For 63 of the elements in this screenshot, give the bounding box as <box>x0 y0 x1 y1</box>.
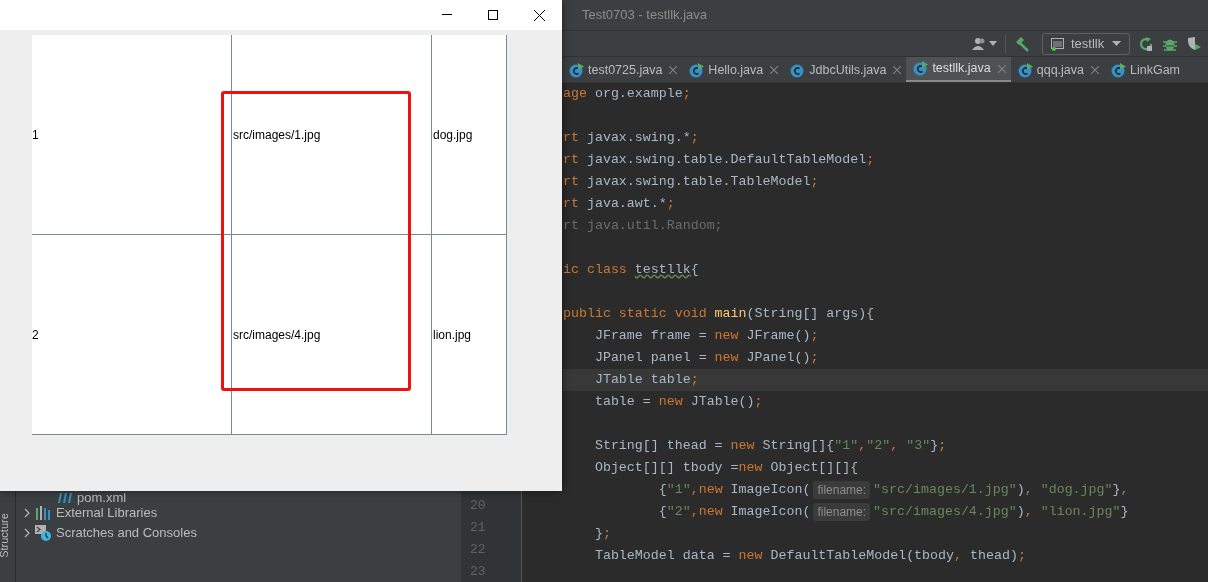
caret-icon <box>1112 41 1121 46</box>
code-text: rt java.awt.*; <box>563 195 675 214</box>
code-text: rt javax.swing.table.DefaultTableModel; <box>563 151 875 170</box>
code-text: rt java.util.Random; <box>563 217 723 236</box>
maximize-icon <box>488 10 498 20</box>
class-run-icon <box>569 62 584 78</box>
code-text: "src/images/4.jpg"), "lion.jpg"} <box>873 503 1129 522</box>
editor-tab[interactable]: test0725.java <box>562 57 683 82</box>
code-text: table = new JTable(); <box>593 393 763 412</box>
table-cell-text: lion.jpg <box>433 326 472 344</box>
code-text: public static void main(String[] args){ <box>563 305 875 324</box>
code-text: JPanel panel = new JPanel(); <box>593 349 819 368</box>
tree-item[interactable]: pom.xml <box>77 491 127 504</box>
table-cell-text: 2 <box>32 326 39 344</box>
editor-tab[interactable]: LinkGam <box>1104 57 1186 82</box>
close-icon[interactable] <box>997 64 1006 73</box>
tree-item[interactable]: External Libraries <box>56 503 158 523</box>
code-text: JFrame frame = new JFrame(); <box>593 327 819 346</box>
class-run-icon <box>913 61 929 76</box>
slanted-bars-icon <box>56 491 72 503</box>
code-text: rt javax.swing.table.TableModel; <box>563 173 819 192</box>
parameter-hint: filename: <box>813 503 871 521</box>
code-text: TableModel data = new DefaultTableModel(tbody, thead); <box>593 547 1026 566</box>
editor-tab[interactable]: qqq.java <box>1010 57 1104 82</box>
run-configuration-dropdown[interactable]: testllk <box>1042 32 1130 55</box>
terminal-clock-icon <box>35 525 51 541</box>
close-icon[interactable] <box>669 66 678 74</box>
close-icon <box>533 9 545 21</box>
table-cell-text: dog.jpg <box>433 126 473 144</box>
class-run-icon <box>689 62 705 78</box>
window-title: Test0703 - testllk.java <box>582 6 707 25</box>
code-text: ic class testllk{ <box>563 261 699 280</box>
window-icon <box>1051 36 1065 51</box>
code-text: JTable table; <box>593 371 699 390</box>
rerun-icon[interactable] <box>1138 35 1154 52</box>
parameter-hint: filename: <box>813 481 871 499</box>
code-text: "src/images/1.jpg"), "dog.jpg"}, <box>873 481 1129 500</box>
minimize-icon <box>442 14 452 16</box>
code-text: age org.example; <box>563 85 691 104</box>
code-text: {"1",new ImageIcon( <box>657 481 811 500</box>
editor-tab[interactable]: testllk.java <box>906 57 1011 82</box>
editor-tab[interactable]: JdbcUtils.java <box>783 57 907 82</box>
hammer-icon[interactable] <box>1014 35 1030 52</box>
code-text: Object[][] tbody =new Object[][]{ <box>593 459 859 478</box>
shield-icon[interactable] <box>1186 35 1202 52</box>
class-run-icon <box>1111 62 1126 78</box>
table-cell-text: src/images/1.jpg <box>233 126 321 144</box>
side-tool-tab[interactable]: Structure <box>0 513 11 558</box>
close-icon[interactable] <box>770 66 779 74</box>
code-text: {"2",new ImageIcon( <box>657 503 811 522</box>
code-text: rt javax.swing.*; <box>563 129 699 148</box>
caret-icon[interactable] <box>989 41 997 46</box>
bars-icon <box>35 506 51 520</box>
table-cell-text: src/images/4.jpg <box>233 326 321 344</box>
table-cell-text: 1 <box>32 126 39 144</box>
code-text: }; <box>593 525 611 544</box>
close-icon[interactable] <box>893 66 902 74</box>
tree-item[interactable]: Scratches and Consoles <box>56 523 197 543</box>
editor-tab[interactable]: Hello.java <box>682 57 784 82</box>
class-icon <box>790 62 806 78</box>
close-icon[interactable] <box>1091 66 1099 74</box>
class-run-icon <box>1017 62 1033 78</box>
code-text: String[] thead = new String[]{"1","2", "3"}; <box>593 437 947 456</box>
